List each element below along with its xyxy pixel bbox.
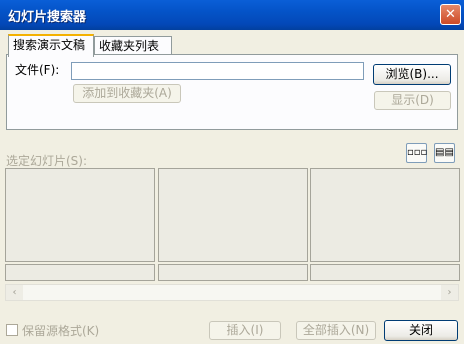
slides-area: [5, 168, 460, 285]
tab-search-presentation[interactable]: 搜索演示文稿: [8, 34, 94, 57]
slide-thumbnail[interactable]: [310, 168, 460, 262]
slide-caption: [310, 264, 460, 281]
window-title: 幻灯片搜索器: [8, 10, 87, 25]
keep-source-format-checkbox[interactable]: [6, 324, 18, 336]
file-path-input[interactable]: [71, 62, 364, 80]
add-to-favorites-button[interactable]: 添加到收藏夹(A): [73, 84, 181, 103]
show-button[interactable]: 显示(D): [374, 91, 451, 110]
tab-favorites-list[interactable]: 收藏夹列表: [94, 36, 172, 55]
file-label: 文件(F):: [15, 63, 60, 77]
slide-caption: [5, 264, 155, 281]
keep-source-format-label: 保留源格式(K): [22, 324, 100, 338]
slide-view-icon[interactable]: ▫▫▫: [406, 143, 427, 163]
scroll-right-icon[interactable]: ›: [441, 285, 458, 300]
slide-thumbnail[interactable]: [158, 168, 308, 262]
browse-button[interactable]: 浏览(B)...: [373, 64, 451, 85]
insert-all-button[interactable]: 全部插入(N): [296, 321, 376, 340]
slide-finder-dialog: 幻灯片搜索器 ✕ 搜索演示文稿 收藏夹列表 文件(F): 浏览(B)... 添加…: [0, 0, 464, 344]
tab-label: 搜索演示文稿: [13, 38, 86, 52]
insert-button[interactable]: 插入(I): [209, 321, 281, 340]
close-icon[interactable]: ✕: [440, 4, 461, 25]
horizontal-scrollbar[interactable]: ‹ ›: [5, 284, 459, 301]
close-button[interactable]: 关闭: [384, 320, 458, 341]
slide-caption: [158, 264, 308, 281]
tab-label: 收藏夹列表: [99, 39, 160, 53]
slide-thumbnail[interactable]: [5, 168, 155, 262]
title-bar: 幻灯片搜索器 ✕: [0, 0, 464, 30]
scroll-left-icon[interactable]: ‹: [6, 285, 23, 300]
list-view-icon[interactable]: ▤▤: [434, 143, 455, 163]
search-tab-panel: 文件(F): 浏览(B)... 添加到收藏夹(A) 显示(D): [6, 54, 458, 130]
selected-slides-label: 选定幻灯片(S):: [6, 154, 88, 168]
